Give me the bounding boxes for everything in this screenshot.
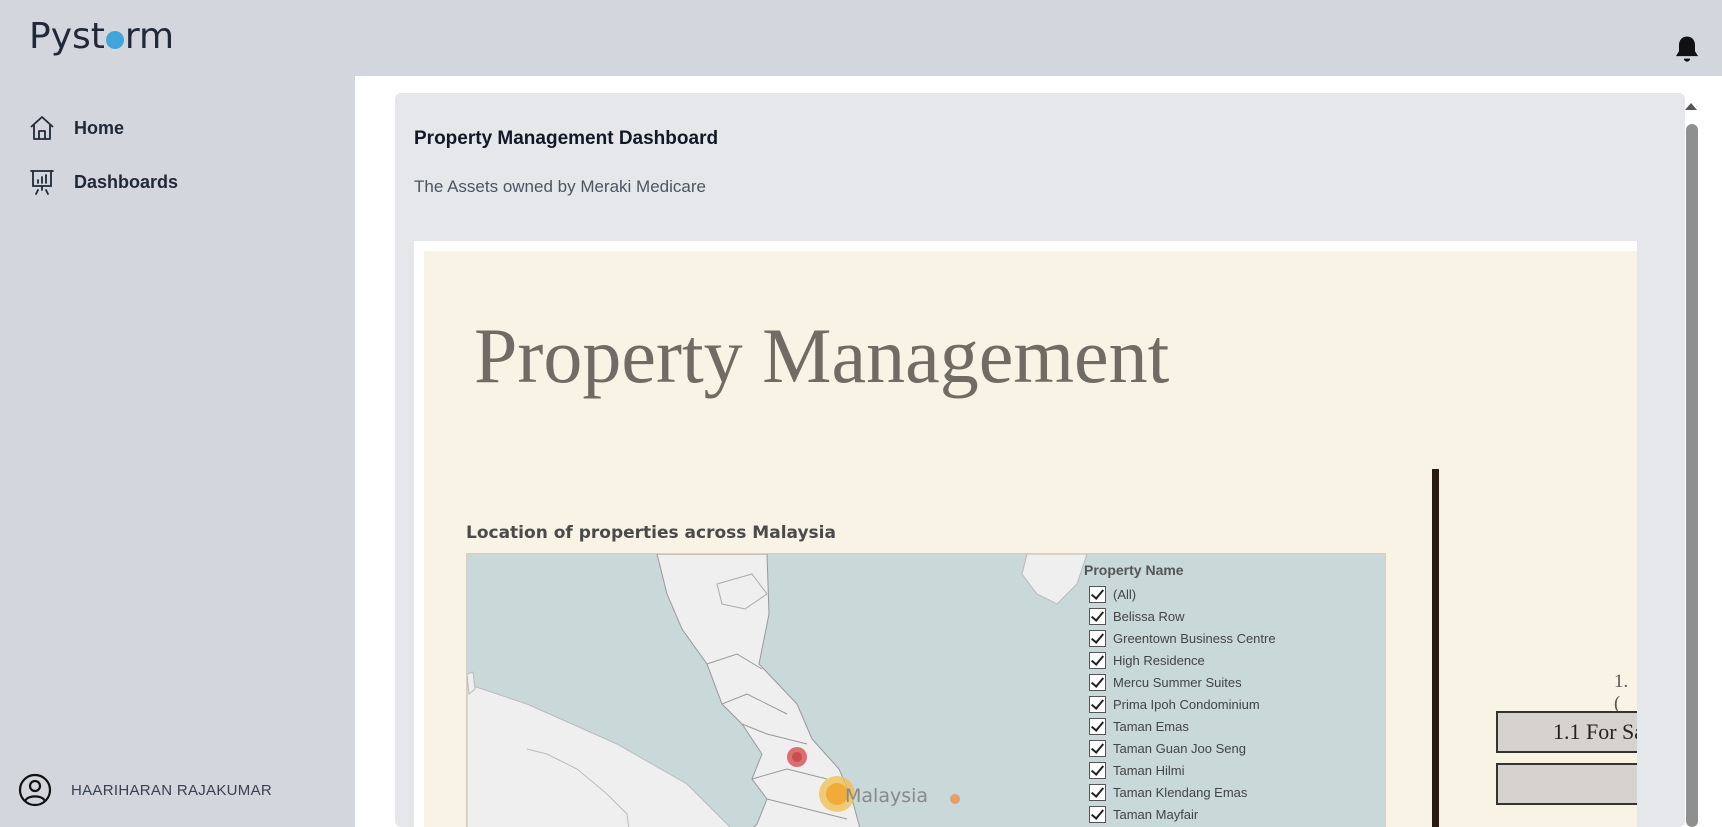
filter-option-label: Taman Klendang Emas — [1113, 784, 1248, 800]
map-marker[interactable] — [792, 752, 802, 762]
logo-text-prefix: Pyst — [29, 16, 105, 57]
logo-text-suffix: rm — [124, 16, 175, 57]
filter-option[interactable]: Mercu Summer Suites — [1089, 671, 1384, 693]
map-title: Location of properties across Malaysia — [466, 523, 836, 543]
map-marker[interactable] — [950, 794, 960, 804]
property-map[interactable]: Malaysia Property Name (All) Belissa Row… — [466, 553, 1386, 827]
filter-option[interactable]: Taman Mayfair — [1089, 803, 1384, 825]
sidebar-item-dashboards[interactable]: Dashboards — [28, 168, 178, 196]
filter-option[interactable]: Belissa Row — [1089, 605, 1384, 627]
sidebar: Home Dashboards HAARIHARAN RAJAKUMAR — [0, 76, 355, 827]
filter-option-label: Taman Hilmi — [1113, 762, 1185, 778]
filter-title: Property Name — [1084, 562, 1184, 578]
sidebar-item-home[interactable]: Home — [28, 114, 124, 142]
sidebar-item-label: Home — [74, 117, 125, 138]
filter-option[interactable]: Prima Ipoh Condominium — [1089, 693, 1384, 715]
filter-option-label: Taman Mayfair — [1113, 806, 1199, 822]
user-profile[interactable]: HAARIHARAN RAJAKUMAR — [18, 773, 272, 807]
checkbox[interactable] — [1089, 629, 1106, 647]
filter-option[interactable]: Greentown Business Centre — [1089, 627, 1384, 649]
filter-option[interactable]: Taman Emas — [1089, 715, 1384, 737]
page-subtitle: The Assets owned by Meraki Medicare — [414, 177, 706, 196]
filter-option-label: Belissa Row — [1113, 608, 1185, 624]
filter-option[interactable]: Taman Guan Joo Seng — [1089, 737, 1384, 759]
page-title: Property Management Dashboard — [414, 128, 719, 149]
app-logo[interactable]: Pyst rm — [29, 16, 174, 57]
section-label: 1. ( — [1614, 671, 1629, 714]
top-bar: Pyst rm — [0, 0, 1722, 76]
filter-option-label: Taman Emas — [1113, 718, 1189, 734]
logo-dot — [105, 31, 124, 49]
checkbox[interactable] — [1089, 761, 1106, 779]
checkbox[interactable] — [1089, 673, 1106, 691]
filter-option-label: (All) — [1113, 586, 1137, 602]
section-divider — [1432, 469, 1439, 827]
bell-icon[interactable] — [1672, 34, 1702, 66]
checkbox[interactable] — [1089, 651, 1106, 669]
presentation-chart-icon — [30, 170, 54, 195]
filter-option-label: Taman Guan Joo Seng — [1113, 740, 1246, 756]
embedded-dashboard-frame[interactable]: Property Management Location of properti… — [414, 241, 1637, 827]
filter-option-label: Mercu Summer Suites — [1113, 674, 1242, 690]
scrollbar-thumb[interactable] — [1686, 124, 1698, 827]
home-icon — [30, 116, 54, 140]
filter-option-label: Greentown Business Centre — [1113, 630, 1276, 646]
property-name-filter: Property Name (All) Belissa Row Greentow… — [1084, 562, 1384, 825]
filter-option[interactable]: Taman Hilmi — [1089, 759, 1384, 781]
sidebar-item-label: Dashboards — [74, 171, 179, 192]
filter-option[interactable]: Taman Klendang Emas — [1089, 781, 1384, 803]
user-name: HAARIHARAN RAJAKUMAR — [71, 781, 273, 799]
dashboard-card: Property Management Dashboard The Assets… — [395, 93, 1685, 827]
user-circle-icon — [18, 773, 52, 807]
section-button[interactable] — [1496, 763, 1637, 805]
filter-option-label: High Residence — [1113, 652, 1205, 668]
checkbox[interactable] — [1089, 607, 1106, 625]
scroll-up-arrow[interactable] — [1685, 103, 1697, 110]
checkbox[interactable] — [1089, 717, 1106, 735]
filter-option[interactable]: (All) — [1089, 583, 1384, 605]
for-sale-button[interactable]: 1.1 For Sa — [1496, 711, 1637, 753]
filter-option-label: Prima Ipoh Condominium — [1113, 696, 1260, 712]
checkbox[interactable] — [1089, 739, 1106, 757]
filter-option[interactable]: High Residence — [1089, 649, 1384, 671]
checkbox[interactable] — [1089, 805, 1106, 823]
checkbox[interactable] — [1089, 695, 1106, 713]
viz-title: Property Management — [474, 312, 1170, 399]
tableau-viz: Property Management Location of properti… — [424, 251, 1637, 827]
main-content: Property Management Dashboard The Assets… — [355, 76, 1722, 827]
checkbox[interactable] — [1089, 783, 1106, 801]
map-country-label: Malaysia — [845, 785, 928, 807]
checkbox[interactable] — [1089, 585, 1106, 603]
